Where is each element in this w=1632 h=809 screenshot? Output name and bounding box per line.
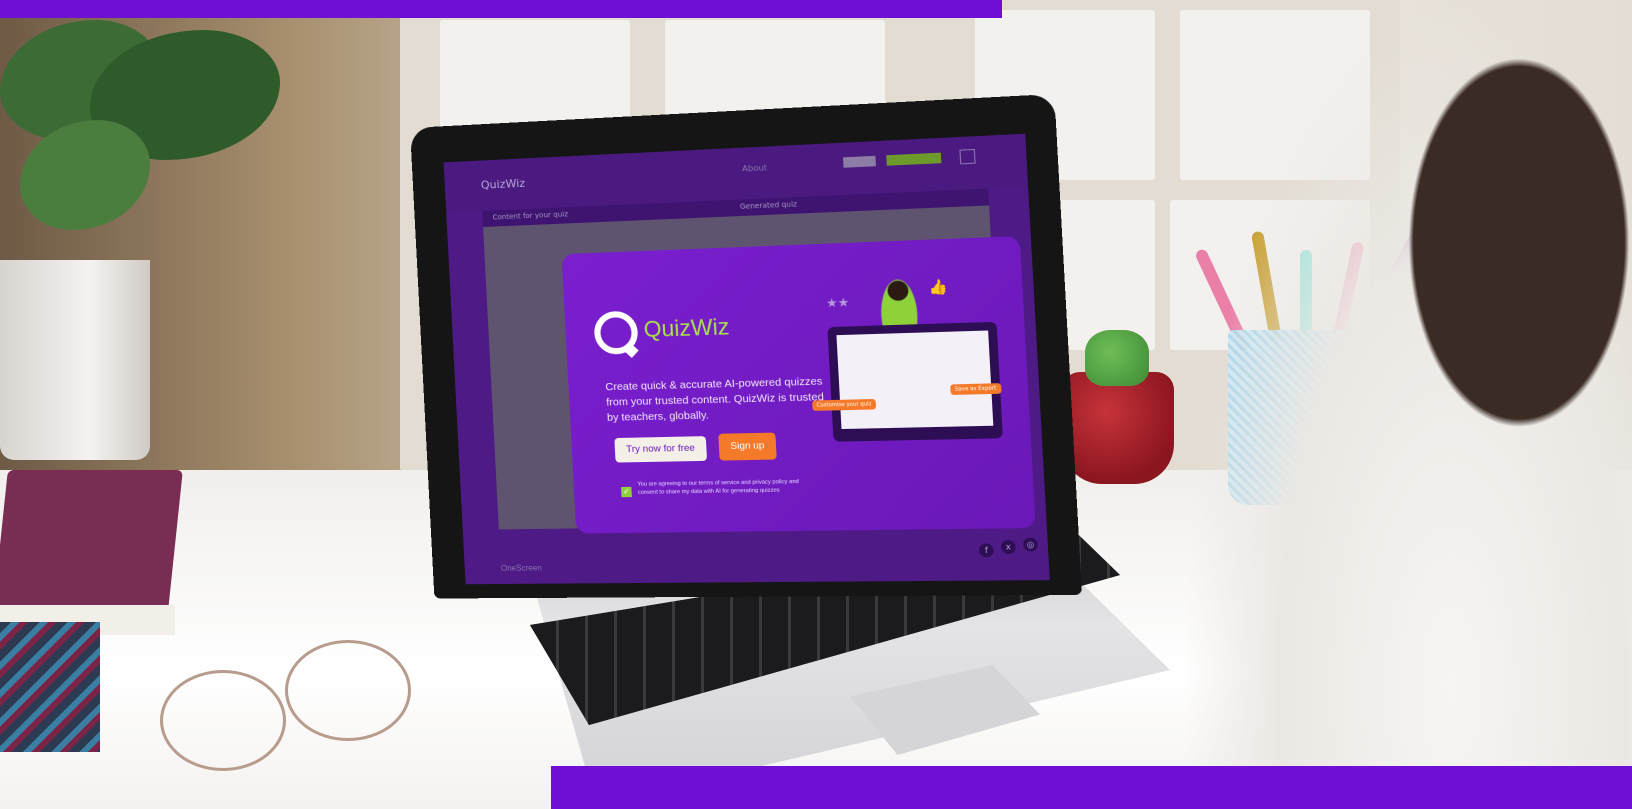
photo-scene: QuizWiz About Content for your quiz Gene… [0,0,1632,809]
try-now-button[interactable]: Try now for free [614,436,708,463]
illustration-tag-save: Save as Export [950,383,1002,395]
generated-column-label: Generated quiz [739,200,798,211]
modal-brand-title: QuizWiz [643,313,730,343]
laptop-screen: QuizWiz About Content for your quiz Gene… [443,133,1050,585]
nav-placeholder[interactable] [843,155,876,168]
consent-checkbox[interactable]: ✓ [621,486,632,498]
content-column-label: Content for your quiz [492,210,569,222]
nav-link-about[interactable]: About [742,163,768,173]
cactus-pot [1062,372,1174,484]
person-foreground [1180,0,1632,809]
footer-brand: OneScreen [500,563,543,573]
consent-text: You are agreeing to our terms of service… [637,478,800,496]
modal-description: Create quick & accurate AI-powered quizz… [605,375,825,424]
top-accent-band [0,0,1002,18]
sign-up-button[interactable]: Sign up [718,432,777,461]
signup-modal: QuizWiz Create quick & accurate AI-power… [561,236,1036,534]
cactus [1085,330,1149,386]
glasses-lens [160,670,286,771]
illustration-tag-customise: Customise your quiz [812,398,877,411]
illustration-laptop [827,321,1003,442]
illustration-screen [836,330,994,430]
laptop-lid: QuizWiz About Content for your quiz Gene… [410,93,1083,599]
menu-icon[interactable] [959,148,976,165]
facebook-icon[interactable]: f [978,543,994,558]
illustration-person [878,278,919,328]
notebook [0,470,183,620]
star-icon: ★★ [825,295,850,311]
x-icon[interactable]: x [1000,539,1016,554]
nav-placeholder[interactable] [886,152,942,166]
app-logo[interactable]: QuizWiz [481,177,526,192]
instagram-icon[interactable]: ◎ [1022,537,1039,552]
glasses-lens [285,640,411,741]
plant-pot [0,260,150,460]
thumbs-up-icon: 👍 [927,278,949,297]
patterned-notebook [0,622,100,752]
bottom-accent-band [551,766,1632,809]
